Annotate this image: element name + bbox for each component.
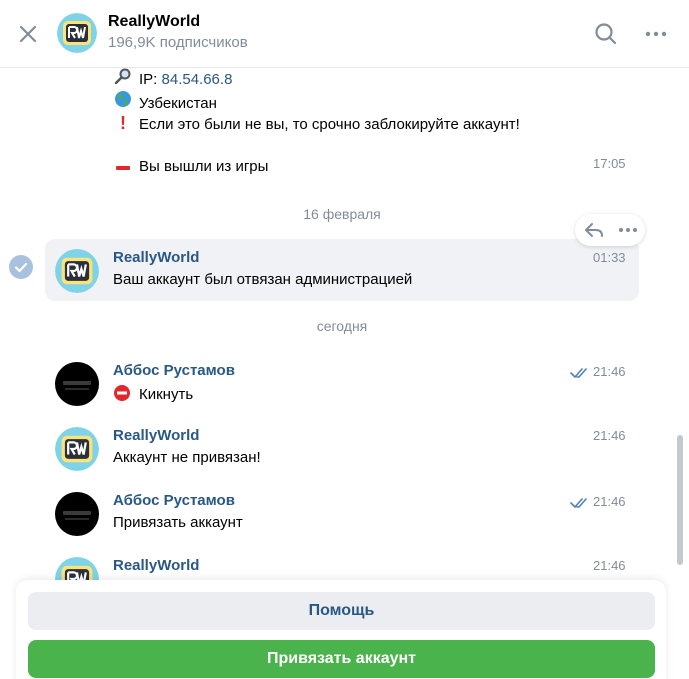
- message-text: Привязать аккаунт: [113, 514, 243, 531]
- message-time: 21:46: [593, 558, 626, 573]
- check-icon: [14, 262, 28, 273]
- magnifier-emoji-icon: [113, 68, 133, 88]
- message-text: Ваш аккаунт был отвязан администрацией: [113, 271, 413, 288]
- message-text-row: Кикнуть: [113, 384, 193, 406]
- avatar[interactable]: [55, 492, 99, 536]
- more-icon: [645, 31, 667, 37]
- close-icon: [19, 25, 37, 43]
- link-account-button[interactable]: Привязать аккаунт: [28, 640, 655, 678]
- read-check-icon: [570, 498, 587, 508]
- message-time: 01:33: [593, 250, 626, 265]
- message-more-button[interactable]: [617, 219, 639, 241]
- left-game-line: Вы вышли из игры: [113, 158, 268, 175]
- message-author[interactable]: ReallyWorld: [113, 557, 199, 574]
- ip-label: IP:: [139, 71, 162, 88]
- minus-emoji-icon: [113, 158, 133, 175]
- exclamation-emoji-icon: !: [120, 113, 126, 133]
- scrollbar[interactable]: [677, 435, 683, 565]
- reply-icon: [585, 223, 603, 237]
- read-check-icon: [570, 368, 587, 378]
- more-button[interactable]: [642, 20, 670, 48]
- warning-line: ! Если это были не вы, то срочно заблокир…: [113, 113, 520, 134]
- message-text: Аккаунт не привязан!: [113, 449, 261, 466]
- group-avatar[interactable]: [57, 13, 97, 53]
- ip-link[interactable]: 84.54.66.8: [162, 71, 233, 88]
- search-button[interactable]: [592, 20, 620, 48]
- avatar[interactable]: [55, 362, 99, 406]
- date-separator: сегодня: [316, 318, 368, 334]
- car-avatar-icon: [63, 381, 91, 390]
- avatar[interactable]: [55, 249, 99, 293]
- ip-line: IP: 84.54.66.8: [113, 68, 232, 88]
- chat-header: ReallyWorld 196,9K подписчиков: [0, 0, 689, 68]
- bot-keyboard: Помощь Привязать аккаунт: [16, 580, 666, 679]
- select-message-checkbox[interactable]: [9, 255, 33, 279]
- reallyworld-logo-icon: [55, 427, 99, 471]
- message-time: 17:05: [593, 156, 626, 171]
- reply-button[interactable]: [583, 219, 605, 241]
- message-time: 21:46: [593, 364, 626, 379]
- message-text: Кикнуть: [139, 386, 194, 403]
- message-author[interactable]: ReallyWorld: [113, 427, 199, 444]
- message-time: 21:46: [593, 428, 626, 443]
- car-avatar-icon: [63, 511, 91, 520]
- message-actions: [575, 214, 645, 246]
- avatar[interactable]: [55, 427, 99, 471]
- close-button[interactable]: [14, 20, 42, 48]
- search-icon: [595, 23, 617, 45]
- more-icon: [619, 228, 637, 232]
- left-game-text: Вы вышли из игры: [139, 158, 269, 175]
- globe-emoji-icon: [113, 90, 133, 112]
- warning-text: Если это были не вы, то срочно заблокиру…: [139, 116, 520, 133]
- reallyworld-logo-icon: [57, 13, 97, 53]
- subscriber-count: 196,9K подписчиков: [108, 34, 248, 51]
- message-author[interactable]: Аббос Рустамов: [113, 362, 235, 379]
- country-line: Узбекистан: [113, 90, 217, 112]
- no-entry-emoji-icon: [113, 384, 133, 406]
- help-button[interactable]: Помощь: [28, 592, 655, 630]
- message-time: 21:46: [593, 494, 626, 509]
- message-author[interactable]: Аббос Рустамов: [113, 492, 235, 509]
- reallyworld-logo-icon: [55, 249, 99, 293]
- message-author[interactable]: ReallyWorld: [113, 249, 199, 266]
- country-text: Узбекистан: [139, 95, 217, 112]
- chat-title[interactable]: ReallyWorld: [108, 13, 200, 31]
